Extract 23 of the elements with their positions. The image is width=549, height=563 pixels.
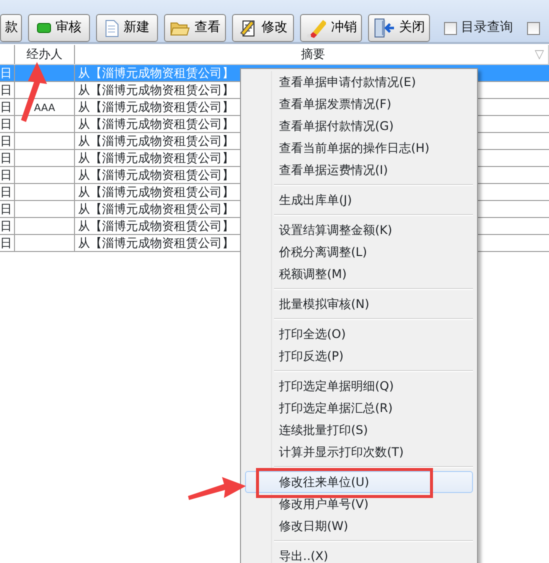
table-cell: 日 [0,185,12,199]
table-cell: 日 [0,202,12,216]
table-cell: 从【淄博元成物资租赁公司】 [78,100,234,114]
table-cell: 从【淄博元成物资租赁公司】 [78,134,234,148]
table-cell: 日 [0,168,12,182]
table-cell: 日 [0,151,12,165]
table-cell: AAA [34,103,56,114]
table-cell: 从【淄博元成物资租赁公司】 [78,151,234,165]
table-cell: 从【淄博元成物资租赁公司】 [78,66,234,80]
table-cell: 日 [0,236,12,250]
table-cell: 日 [0,117,12,131]
table-cell: 日 [0,83,12,97]
table-cell: 从【淄博元成物资租赁公司】 [78,185,234,199]
table-cell: 从【淄博元成物资租赁公司】 [78,117,234,131]
table-cell: 日 [0,219,12,233]
table-cell: 日 [0,100,12,114]
table-cell: 从【淄博元成物资租赁公司】 [78,168,234,182]
table-cell: 日 [0,134,12,148]
table-cell: 日 [0,66,12,80]
table-cell: 从【淄博元成物资租赁公司】 [78,236,234,250]
table-cell: 从【淄博元成物资租赁公司】 [78,202,234,216]
table-cell: 从【淄博元成物资租赁公司】 [78,219,234,233]
table-cell: 从【淄博元成物资租赁公司】 [78,83,234,97]
